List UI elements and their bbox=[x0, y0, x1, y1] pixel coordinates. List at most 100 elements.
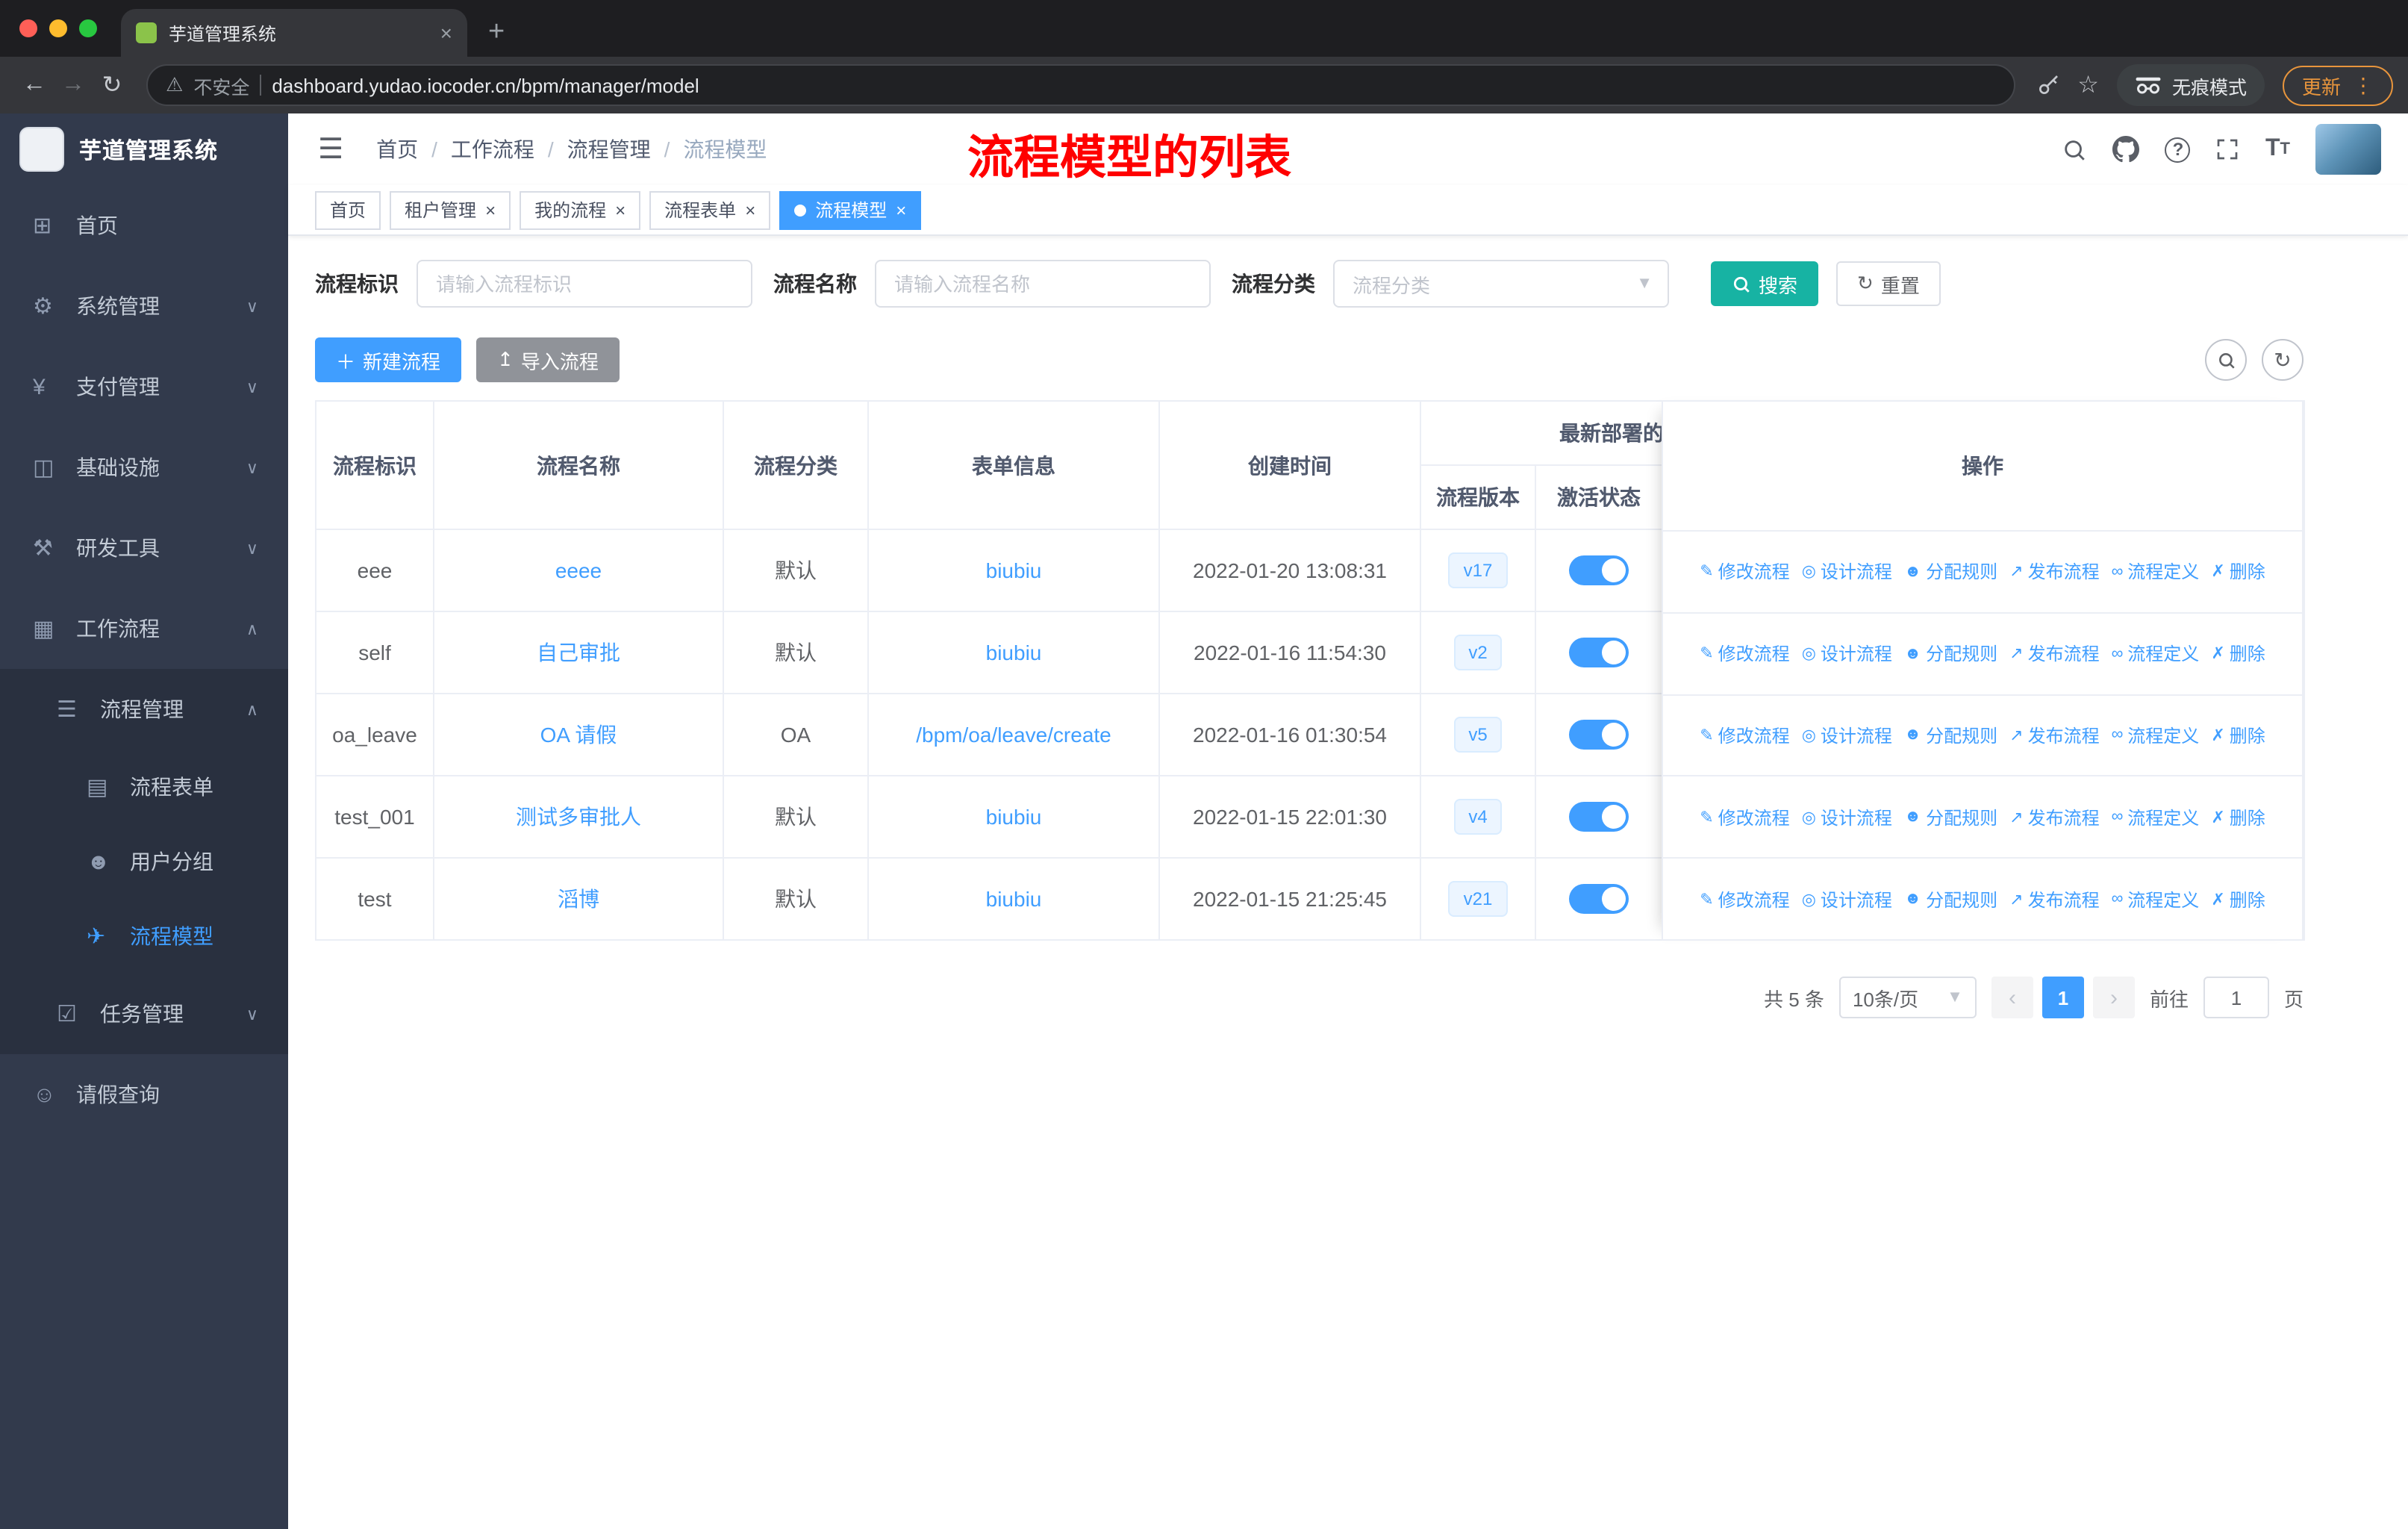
action-definition-link[interactable]: ∞ 流程定义 bbox=[2112, 559, 2200, 585]
tag-close-icon[interactable]: × bbox=[745, 201, 755, 219]
reset-button[interactable]: ↻ 重置 bbox=[1836, 261, 1941, 306]
tag-close-icon[interactable]: × bbox=[485, 201, 496, 219]
filter-id-input[interactable] bbox=[417, 260, 752, 308]
view-tag-4[interactable]: 流程模型 × bbox=[779, 190, 922, 229]
process-name-link[interactable]: eeee bbox=[555, 558, 602, 582]
import-process-button[interactable]: ↥ 导入流程 bbox=[476, 337, 620, 382]
sidebar-item-10[interactable]: ☑ 任务管理 ∨ bbox=[0, 974, 288, 1054]
action-publish-link[interactable]: ↗ 发布流程 bbox=[2009, 886, 2099, 912]
sidebar-item-8[interactable]: ☻ 用户分组 bbox=[0, 824, 288, 899]
help-icon[interactable]: ? bbox=[2165, 137, 2191, 162]
breadcrumb-item[interactable]: 首页 bbox=[376, 134, 418, 164]
version-badge[interactable]: v5 bbox=[1453, 717, 1503, 753]
active-status-toggle[interactable] bbox=[1569, 802, 1629, 832]
bookmark-star-icon[interactable]: ☆ bbox=[2077, 70, 2099, 100]
back-icon[interactable]: ← bbox=[15, 72, 54, 99]
tag-close-icon[interactable]: × bbox=[896, 201, 906, 219]
action-assign-link[interactable]: ☻ 分配规则 bbox=[1904, 805, 1997, 830]
form-info-link[interactable]: biubiu bbox=[986, 558, 1042, 582]
action-delete-link[interactable]: ✗ 删除 bbox=[2211, 723, 2265, 748]
action-definition-link[interactable]: ∞ 流程定义 bbox=[2112, 723, 2200, 748]
form-info-link[interactable]: biubiu bbox=[986, 641, 1042, 664]
action-edit-link[interactable]: ✎ 修改流程 bbox=[1700, 805, 1789, 830]
next-page-button[interactable]: › bbox=[2092, 977, 2135, 1018]
window-close-button[interactable] bbox=[19, 19, 37, 37]
action-edit-link[interactable]: ✎ 修改流程 bbox=[1700, 886, 1789, 912]
action-edit-link[interactable]: ✎ 修改流程 bbox=[1700, 641, 1789, 666]
window-minimize-button[interactable] bbox=[49, 19, 67, 37]
action-edit-link[interactable]: ✎ 修改流程 bbox=[1700, 723, 1789, 748]
sidebar-item-4[interactable]: ⚒ 研发工具 ∨ bbox=[0, 508, 288, 588]
search-icon[interactable] bbox=[2062, 137, 2088, 162]
sidebar-item-2[interactable]: ¥ 支付管理 ∨ bbox=[0, 346, 288, 427]
sidebar-item-9[interactable]: ✈ 流程模型 bbox=[0, 899, 288, 974]
incognito-badge[interactable]: 无痕模式 bbox=[2116, 64, 2265, 106]
breadcrumb-item[interactable]: 流程管理 bbox=[567, 134, 651, 164]
refresh-table-button[interactable]: ↻ bbox=[2262, 339, 2303, 381]
sidebar-logo[interactable]: 芋道管理系统 bbox=[0, 113, 288, 185]
sidebar-item-5[interactable]: ▦ 工作流程 ∧ bbox=[0, 588, 288, 669]
form-info-link[interactable]: /bpm/oa/leave/create bbox=[916, 723, 1111, 747]
view-tag-3[interactable]: 流程表单 × bbox=[649, 190, 771, 229]
process-name-link[interactable]: 滔博 bbox=[558, 887, 599, 911]
user-avatar[interactable] bbox=[2315, 124, 2381, 175]
sidebar-item-6[interactable]: ☰ 流程管理 ∧ bbox=[0, 669, 288, 750]
sidebar-item-0[interactable]: ⊞ 首页 bbox=[0, 185, 288, 266]
action-definition-link[interactable]: ∞ 流程定义 bbox=[2112, 805, 2200, 830]
action-delete-link[interactable]: ✗ 删除 bbox=[2211, 559, 2265, 585]
tab-close-icon[interactable]: × bbox=[440, 21, 452, 45]
action-definition-link[interactable]: ∞ 流程定义 bbox=[2112, 641, 2200, 666]
sidebar-collapse-icon[interactable]: ☰ bbox=[306, 132, 355, 166]
new-tab-button[interactable]: + bbox=[488, 16, 505, 49]
action-design-link[interactable]: ◎ 设计流程 bbox=[1802, 641, 1892, 666]
process-name-link[interactable]: OA 请假 bbox=[540, 723, 617, 747]
toggle-search-button[interactable] bbox=[2205, 339, 2247, 381]
process-name-link[interactable]: 测试多审批人 bbox=[516, 805, 641, 829]
action-delete-link[interactable]: ✗ 删除 bbox=[2211, 886, 2265, 912]
reload-icon[interactable]: ↻ bbox=[93, 70, 131, 100]
version-badge[interactable]: v2 bbox=[1453, 635, 1503, 670]
action-definition-link[interactable]: ∞ 流程定义 bbox=[2112, 886, 2200, 912]
version-badge[interactable]: v4 bbox=[1453, 799, 1503, 835]
version-badge[interactable]: v21 bbox=[1448, 881, 1508, 917]
action-assign-link[interactable]: ☻ 分配规则 bbox=[1904, 723, 1997, 748]
view-tag-1[interactable]: 租户管理 × bbox=[390, 190, 511, 229]
action-assign-link[interactable]: ☻ 分配规则 bbox=[1904, 886, 1997, 912]
action-publish-link[interactable]: ↗ 发布流程 bbox=[2009, 723, 2099, 748]
prev-page-button[interactable]: ‹ bbox=[1991, 977, 2033, 1018]
active-status-toggle[interactable] bbox=[1569, 720, 1629, 750]
sidebar-item-7[interactable]: ▤ 流程表单 bbox=[0, 750, 288, 824]
filter-category-select[interactable]: 流程分类 ▼ bbox=[1333, 260, 1669, 308]
action-assign-link[interactable]: ☻ 分配规则 bbox=[1904, 559, 1997, 585]
active-status-toggle[interactable] bbox=[1569, 638, 1629, 667]
fullscreen-icon[interactable] bbox=[2216, 137, 2240, 161]
active-status-toggle[interactable] bbox=[1569, 884, 1629, 914]
form-info-link[interactable]: biubiu bbox=[986, 887, 1042, 911]
window-zoom-button[interactable] bbox=[79, 19, 97, 37]
sidebar-item-3[interactable]: ◫ 基础设施 ∨ bbox=[0, 427, 288, 508]
page-size-select[interactable]: 10条/页 ▼ bbox=[1838, 977, 1977, 1018]
view-tag-2[interactable]: 我的流程 × bbox=[520, 190, 641, 229]
current-page-button[interactable]: 1 bbox=[2042, 977, 2084, 1018]
action-publish-link[interactable]: ↗ 发布流程 bbox=[2009, 805, 2099, 830]
filter-name-input[interactable] bbox=[875, 260, 1211, 308]
tag-close-icon[interactable]: × bbox=[615, 201, 626, 219]
password-key-icon[interactable] bbox=[2036, 73, 2059, 97]
active-status-toggle[interactable] bbox=[1569, 555, 1629, 585]
action-edit-link[interactable]: ✎ 修改流程 bbox=[1700, 559, 1789, 585]
sidebar-item-11[interactable]: ☺ 请假查询 bbox=[0, 1054, 288, 1135]
forward-icon[interactable]: → bbox=[54, 72, 93, 99]
sidebar-item-1[interactable]: ⚙ 系统管理 ∨ bbox=[0, 266, 288, 346]
action-delete-link[interactable]: ✗ 删除 bbox=[2211, 805, 2265, 830]
action-delete-link[interactable]: ✗ 删除 bbox=[2211, 641, 2265, 666]
form-info-link[interactable]: biubiu bbox=[986, 805, 1042, 829]
action-design-link[interactable]: ◎ 设计流程 bbox=[1802, 886, 1892, 912]
action-publish-link[interactable]: ↗ 发布流程 bbox=[2009, 559, 2099, 585]
search-button[interactable]: 搜索 bbox=[1711, 261, 1819, 306]
process-name-link[interactable]: 自己审批 bbox=[537, 641, 620, 664]
browser-menu-icon[interactable]: ⋮ bbox=[2353, 72, 2374, 98]
address-bar[interactable]: ⚠ 不安全 dashboard.yudao.iocoder.cn/bpm/man… bbox=[146, 64, 2015, 106]
action-design-link[interactable]: ◎ 设计流程 bbox=[1802, 559, 1892, 585]
action-assign-link[interactable]: ☻ 分配规则 bbox=[1904, 641, 1997, 666]
browser-tab[interactable]: 芋道管理系统 × bbox=[121, 9, 467, 57]
